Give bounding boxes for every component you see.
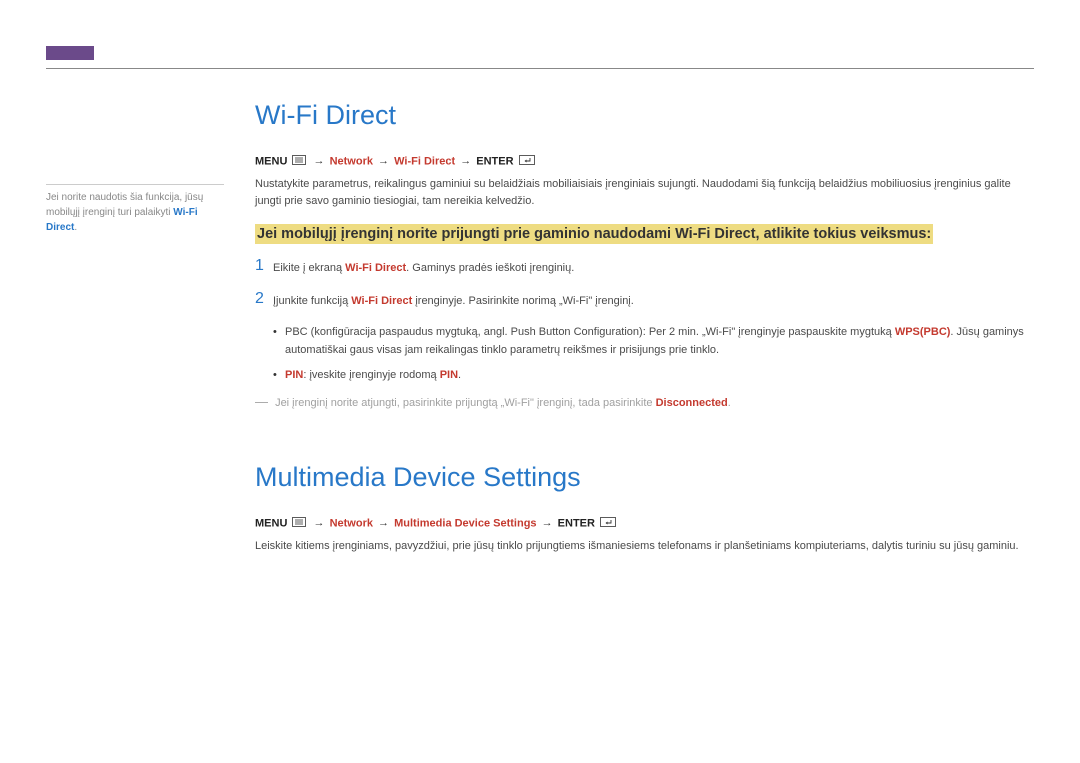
enter-label: ENTER [558,517,595,529]
note-dash-icon: ― [255,394,268,409]
section-title-multimedia: Multimedia Device Settings [255,462,1034,493]
menu-icon [292,517,306,530]
step-2: 2 Įjunkite funkciją Wi-Fi Direct įrengin… [255,291,1034,310]
step-1: 1 Eikite į ekraną Wi-Fi Direct. Gaminys … [255,258,1034,277]
arrow-icon: → [378,517,389,529]
bullet1-red: WPS(PBC) [895,326,951,338]
path-network: Network [330,155,373,167]
menu-label: MENU [255,517,287,529]
bullet-list: PBC (konfigūracija paspaudus mygtuką, an… [273,324,1034,383]
menu-label: MENU [255,155,287,167]
document-page: Jei norite naudotis šia funkcija, jūsų m… [0,0,1080,763]
sidebar-text-b: . [74,222,77,233]
bullet2-red2: PIN [440,369,458,381]
step1-red: Wi-Fi Direct [345,262,406,274]
header-accent-bar [46,46,94,60]
step-body: Įjunkite funkciją Wi-Fi Direct įrenginyj… [273,291,634,310]
bullet2-red1: PIN [285,369,303,381]
enter-label: ENTER [476,155,513,167]
step1-text-a: Eikite į ekraną [273,262,345,274]
step-number: 1 [255,258,273,274]
steps-list: 1 Eikite į ekraną Wi-Fi Direct. Gaminys … [255,258,1034,310]
step2-red: Wi-Fi Direct [351,295,412,307]
path-wifi-direct: Wi-Fi Direct [394,155,455,167]
intro-paragraph: Nustatykite parametrus, reikalingus gami… [255,176,1034,210]
step-body: Eikite į ekraną Wi-Fi Direct. Gaminys pr… [273,258,574,277]
multimedia-body: Leiskite kitiems įrenginiams, pavyzdžiui… [255,538,1034,555]
enter-icon [600,517,616,530]
note-a: Jei įrenginį norite atjungti, pasirinkit… [275,397,656,409]
header-rule [46,68,1034,69]
arrow-icon: → [378,155,389,167]
disconnect-note: ― Jei įrenginį norite atjungti, pasirink… [255,392,1034,412]
arrow-icon: → [314,517,325,529]
enter-icon [519,155,535,168]
bullet-pin: PIN: įveskite įrenginyje rodomą PIN. [273,367,1034,384]
arrow-icon: → [460,155,471,167]
bullet2-a: : įveskite įrenginyje rodomą [303,369,439,381]
section-title-wifi-direct: Wi-Fi Direct [255,100,1034,131]
bullet1-a: PBC (konfigūracija paspaudus mygtuką, an… [285,326,895,338]
menu-path-multimedia: MENU → Network → Multimedia Device Setti… [255,517,1034,530]
menu-path-wifi-direct: MENU → Network → Wi-Fi Direct → ENTER [255,155,1034,168]
step2-text-b: įrenginyje. Pasirinkite norimą „Wi-Fi" į… [412,295,634,307]
highlight-wrap: Jei mobilųjį įrenginį norite prijungti p… [255,224,1034,244]
note-b: . [728,397,731,409]
main-content: Wi-Fi Direct MENU → Network → Wi-Fi Dire… [255,100,1034,569]
path-multimedia: Multimedia Device Settings [394,517,536,529]
sidebar-note: Jei norite naudotis šia funkcija, jūsų m… [46,190,224,235]
bullet2-b: . [458,369,461,381]
step1-text-b: . Gaminys pradės ieškoti įrenginių. [406,262,574,274]
highlight-instruction: Jei mobilųjį įrenginį norite prijungti p… [255,224,933,244]
sidebar-rule [46,184,224,185]
step-number: 2 [255,291,273,307]
arrow-icon: → [314,155,325,167]
step2-text-a: Įjunkite funkciją [273,295,351,307]
menu-icon [292,155,306,168]
note-red: Disconnected [656,397,728,409]
arrow-icon: → [542,517,553,529]
path-network: Network [330,517,373,529]
bullet-pbc: PBC (konfigūracija paspaudus mygtuką, an… [273,324,1034,358]
